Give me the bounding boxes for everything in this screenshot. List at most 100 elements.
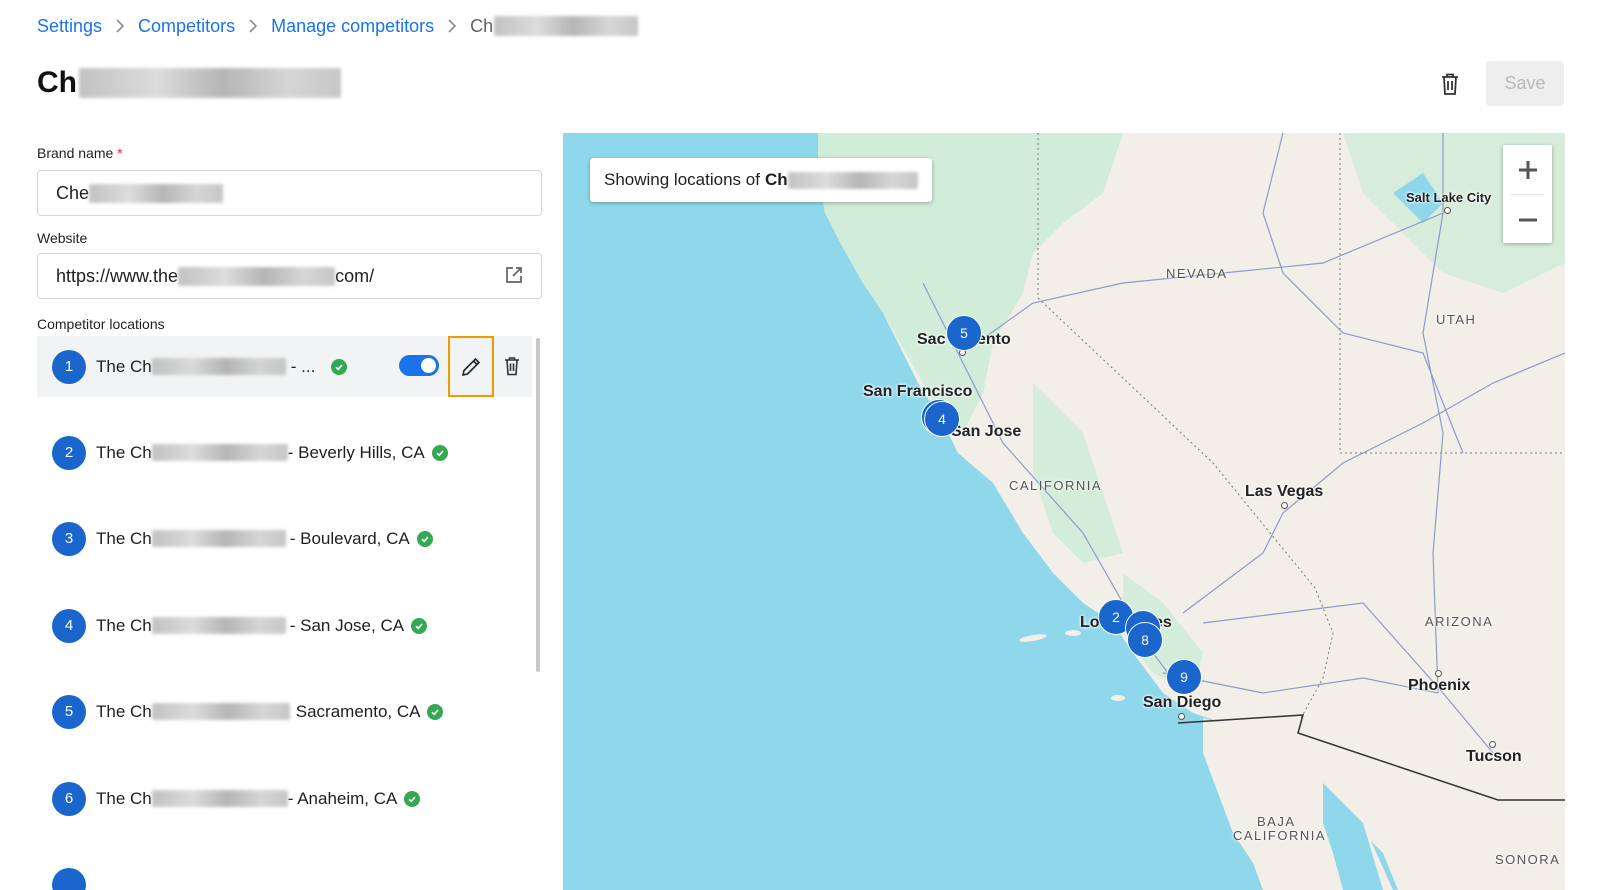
location-number-badge (52, 867, 86, 890)
location-name-suffix: - Anaheim, CA (287, 788, 398, 808)
location-name: The Ch - Beverly Hills, CA (96, 443, 448, 463)
trash-icon (505, 357, 519, 376)
redacted-text (494, 16, 639, 36)
verified-check-icon (331, 358, 348, 375)
city-dot (1435, 670, 1442, 677)
location-number-badge: 3 (52, 521, 86, 556)
chevron-right-icon (115, 19, 125, 33)
location-name: The Ch - ... (96, 356, 348, 377)
redacted-text (178, 266, 336, 286)
breadcrumb-current: Ch (470, 16, 639, 37)
map-label-phoenix: Phoenix (1408, 677, 1471, 694)
location-number-badge: 4 (52, 608, 86, 643)
zoom-out-button[interactable] (1503, 195, 1552, 244)
map-base (563, 133, 1565, 890)
minus-icon (1518, 218, 1537, 221)
breadcrumb-settings[interactable]: Settings (37, 16, 102, 37)
website-value-suffix: com/ (335, 265, 375, 286)
map-label-sonora: SONORA (1495, 852, 1561, 867)
location-name: The Ch Sacramento, CA (96, 701, 444, 722)
chevron-right-icon (447, 19, 457, 33)
map-marker[interactable]: 5 (947, 316, 981, 350)
delete-location-button[interactable] (499, 353, 525, 379)
header-actions: Save (1430, 61, 1564, 106)
map-zoom-controls (1503, 145, 1552, 243)
website-field[interactable]: https://www.the com/ (37, 253, 542, 299)
map-label-los-angeles-left: Lo (1080, 614, 1100, 631)
page-title-text: Ch (37, 66, 77, 99)
redacted-text (151, 617, 286, 634)
map-label-baja-california-2: CALIFORNIA (1233, 828, 1327, 843)
map-banner-name: Ch (764, 170, 788, 189)
location-name-suffix: - Beverly Hills, CA (287, 442, 425, 462)
map-banner-prefix: Showing locations of (604, 170, 760, 189)
map-label-california: CALIFORNIA (1009, 478, 1103, 493)
location-name-prefix: The Ch (96, 701, 152, 721)
location-name-prefix: The Ch (96, 528, 152, 548)
redacted-text (89, 183, 224, 203)
map-label-sacramento-right: ento (977, 331, 1011, 348)
website-value-prefix: https://www.the (56, 265, 179, 286)
website-label: Website (37, 230, 88, 246)
location-item[interactable]: 5 The Ch Sacramento, CA (37, 681, 532, 742)
page-title: Ch (37, 66, 341, 100)
location-name-prefix: The Ch (96, 356, 152, 376)
zoom-in-button[interactable] (1503, 145, 1552, 194)
breadcrumb-manage-competitors[interactable]: Manage competitors (271, 16, 434, 37)
map-label-tucson: Tucson (1466, 748, 1522, 765)
city-dot (1178, 713, 1185, 720)
location-number-badge: 6 (52, 781, 86, 816)
map-label-sacramento-left: Sac (917, 331, 946, 348)
chevron-right-icon (248, 19, 258, 33)
location-number-badge: 5 (52, 694, 86, 729)
city-dot (1489, 741, 1496, 748)
location-name-prefix: The Ch (96, 442, 152, 462)
map-marker[interactable]: 8 (1128, 623, 1162, 657)
redacted-text (151, 358, 286, 375)
verified-check-icon (404, 790, 421, 807)
location-number-badge: 2 (52, 435, 86, 470)
competitor-locations-list: 1 The Ch - ... 2 The Ch - Beverly Hills,… (37, 336, 542, 890)
external-link-icon[interactable] (505, 266, 523, 289)
city-dot (1281, 502, 1288, 509)
location-number-badge: 1 (52, 349, 86, 384)
map-label-baja-california-1: BAJA (1257, 814, 1296, 829)
map-label-utah: UTAH (1436, 312, 1477, 327)
location-item[interactable]: 4 The Ch - San Jose, CA (37, 595, 532, 656)
location-item[interactable]: 2 The Ch - Beverly Hills, CA (37, 422, 532, 483)
location-name-prefix: The Ch (96, 788, 152, 808)
map-label-san-francisco: San Francisco (863, 383, 973, 400)
map-label-san-diego: San Diego (1143, 694, 1222, 711)
brand-name-label: Brand name * (37, 145, 123, 161)
location-name-suffix: - ... (290, 356, 316, 376)
location-name-suffix: - San Jose, CA (289, 615, 405, 635)
locations-map[interactable]: Showing locations of Ch Salt Lake City N… (563, 133, 1565, 890)
redacted-text (787, 171, 918, 189)
location-item[interactable]: 1 The Ch - ... (37, 336, 532, 397)
breadcrumb: Settings Competitors Manage competitors … (37, 14, 639, 38)
map-marker[interactable]: 9 (1167, 660, 1201, 694)
city-dot (1444, 207, 1451, 214)
location-item[interactable] (37, 854, 532, 890)
location-item[interactable]: 3 The Ch - Boulevard, CA (37, 508, 532, 569)
location-name-suffix: - Boulevard, CA (289, 528, 410, 548)
verified-check-icon (416, 530, 433, 547)
delete-competitor-button[interactable] (1430, 64, 1470, 104)
breadcrumb-competitors[interactable]: Competitors (138, 16, 235, 37)
redacted-text (79, 68, 341, 98)
map-label-san-jose: San Jose (951, 423, 1022, 440)
required-marker: * (117, 145, 123, 161)
location-name: The Ch - San Jose, CA (96, 615, 428, 636)
map-marker[interactable]: 4 (925, 402, 959, 436)
locations-scrollbar[interactable] (536, 338, 540, 672)
location-item[interactable]: 6 The Ch - Anaheim, CA (37, 768, 532, 829)
location-enabled-toggle[interactable] (399, 355, 439, 376)
verified-check-icon (431, 444, 448, 461)
brand-name-field[interactable]: Che (37, 170, 542, 216)
edit-location-button[interactable] (448, 336, 494, 397)
map-label-arizona: ARIZONA (1425, 614, 1494, 629)
redacted-text (151, 444, 288, 461)
map-label-las-vegas: Las Vegas (1245, 483, 1324, 500)
verified-check-icon (427, 703, 444, 720)
save-button[interactable]: Save (1486, 61, 1564, 106)
